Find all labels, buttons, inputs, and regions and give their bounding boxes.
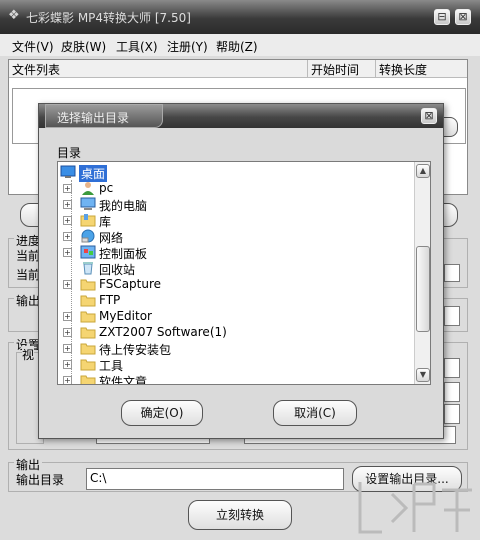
tree-item[interactable]: + ZXT2007 Software(1) [58,324,414,340]
tree-item[interactable]: + 工具 [58,356,414,373]
expand-plus-icon[interactable]: + [63,248,72,257]
setting-select-3[interactable] [444,404,460,424]
folder-icon [80,325,96,339]
expand-plus-icon[interactable]: + [63,360,72,369]
setting-select-1[interactable] [444,358,460,378]
tree-item[interactable]: + 软件文章 [58,372,414,385]
cancel-button[interactable]: 取消(C) [273,400,357,426]
tree-item[interactable]: 桌面 [58,164,414,182]
menu-skin[interactable]: 皮肤(W) [61,38,106,55]
control-panel-icon [80,245,96,259]
output-dir-label: 输出目录 [16,473,65,487]
tree-item[interactable]: + 控制面板 [58,244,414,261]
expand-plus-icon[interactable]: + [63,312,72,321]
desktop-icon [60,165,76,179]
tree-item-label: ZXT2007 Software(1) [99,325,227,339]
folder-icon [80,309,96,323]
tree-item[interactable]: + 库 [58,212,414,229]
watermark-logo [358,482,472,534]
expand-plus-icon[interactable]: + [63,328,72,337]
ok-button[interactable]: 确定(O) [121,400,203,426]
output-dir-input[interactable]: C:\ [86,468,344,490]
network-icon [80,229,96,243]
scroll-up-arrow-icon[interactable]: ▲ [416,164,430,178]
video-label: 视 [22,346,35,363]
tree-item[interactable]: + 待上传安装包 [58,340,414,357]
select-output-dir-dialog: 选择输出目录 ⊠ 目录 桌面 + pc + 我的电脑 + 库 + 网络 + 控制面板 回收站 + FSCa… [38,103,444,439]
expand-plus-icon[interactable]: + [63,200,72,209]
dialog-close-button[interactable]: ⊠ [421,108,437,124]
expand-plus-icon[interactable]: + [63,344,72,353]
scroll-down-arrow-icon[interactable]: ▼ [416,368,430,382]
app-logo-icon: ❖ [8,8,20,23]
menu-file[interactable]: 文件(V) [12,38,54,55]
output-field-stub [444,306,460,326]
menu-help[interactable]: 帮助(Z) [216,38,258,55]
tree-item[interactable]: + 网络 [58,228,414,245]
directory-label: 目录 [57,146,82,160]
expand-plus-icon[interactable]: + [63,184,72,193]
app-title: 七彩蝶影 MP4转换大师 [7.50] [26,11,191,25]
convert-now-button[interactable]: 立刻转换 [188,500,292,530]
tree-item-label: pc [99,181,114,195]
expand-plus-icon[interactable]: + [63,232,72,241]
expand-plus-icon[interactable]: + [63,376,72,384]
current-label-2: 当前 [16,268,41,282]
tree-item[interactable]: + FSCapture [58,276,414,292]
tree-item[interactable]: + 我的电脑 [58,196,414,213]
tree-item-label: 软件文章 [99,375,148,385]
folder-icon [80,341,96,355]
current-label-1: 当前 [16,249,41,263]
tree-item[interactable]: 回收站 [58,260,414,277]
computer-icon [80,197,96,211]
tree-scrollbar[interactable]: ▲ ▼ [414,162,430,384]
tree-item-label: FTP [99,293,121,307]
expand-plus-icon[interactable]: + [63,280,72,289]
directory-tree[interactable]: 桌面 + pc + 我的电脑 + 库 + 网络 + 控制面板 回收站 + FSCapture FTP + MyE… [57,161,431,385]
tree-item[interactable]: + MyEditor [58,308,414,324]
folder-icon [80,357,96,371]
progress-bar-stub [444,264,460,282]
library-icon [80,213,96,227]
tree-item-label: FSCapture [99,277,162,291]
scroll-thumb[interactable] [416,246,430,332]
close-button[interactable]: ⊠ [455,9,471,25]
recycle-bin-icon [80,261,96,275]
expand-plus-icon[interactable]: + [63,216,72,225]
tree-item-label: MyEditor [99,309,152,323]
user-icon [80,181,96,195]
setting-select-2[interactable] [444,382,460,402]
column-header-length[interactable]: 转换长度 [375,60,467,78]
dialog-title: 选择输出目录 [57,111,130,125]
folder-icon [80,277,96,291]
tree-item[interactable]: FTP [58,292,414,308]
column-header-file-list[interactable]: 文件列表 [9,60,307,78]
menu-register[interactable]: 注册(Y) [167,38,208,55]
column-header-start-time[interactable]: 开始时间 [307,60,375,78]
tree-item[interactable]: + pc [58,180,414,196]
folder-icon [80,293,96,307]
minimize-button[interactable]: ⊟ [434,9,450,25]
folder-icon [80,373,96,384]
menu-tools[interactable]: 工具(X) [116,38,158,55]
